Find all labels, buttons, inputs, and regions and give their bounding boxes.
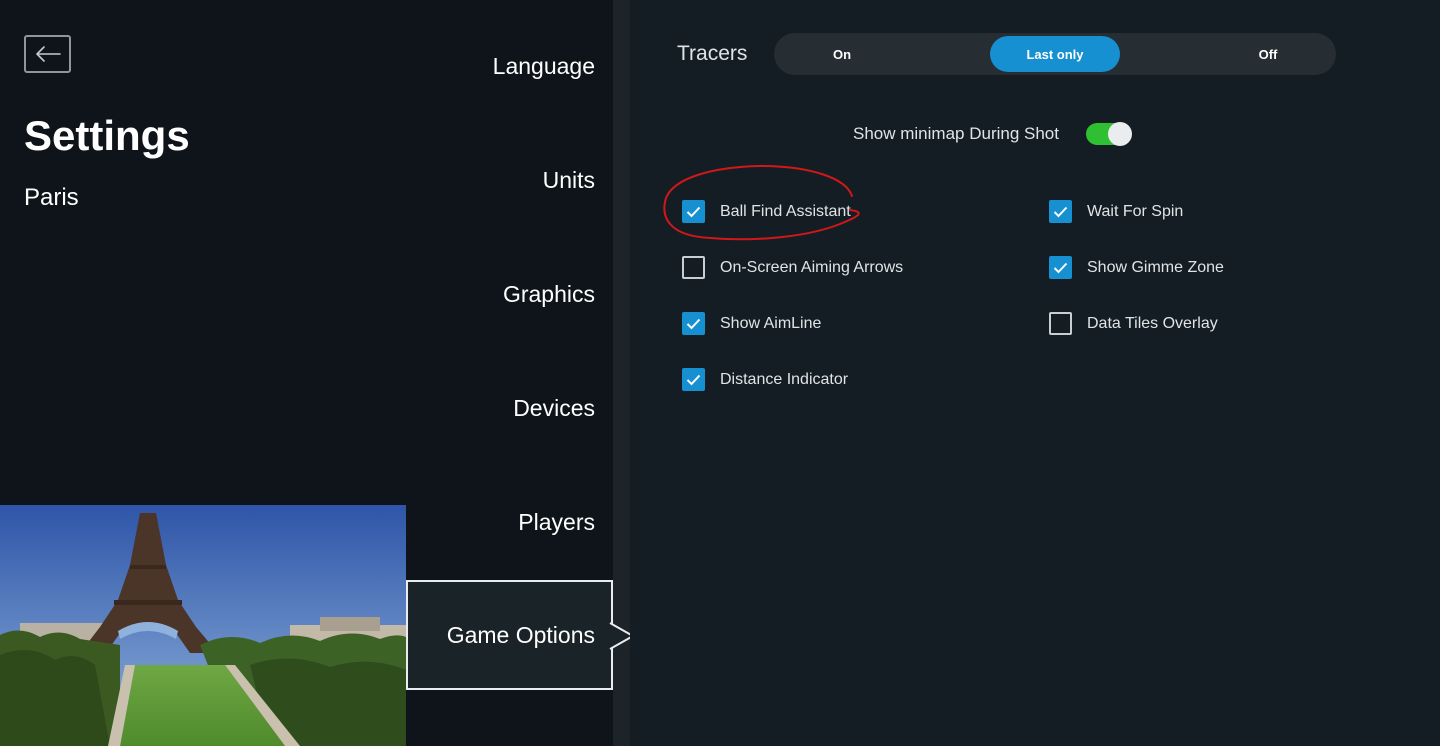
checkmark-icon [686,206,701,217]
checkbox-on-screen-aiming-arrows[interactable]: On-Screen Aiming Arrows [682,256,903,279]
tracers-segmented-control: On Last only Off [774,33,1336,75]
checkbox-label: On-Screen Aiming Arrows [720,258,904,276]
checkbox-box [1049,312,1072,335]
nav-item-devices[interactable]: Devices [513,395,595,422]
game-options-panel: Tracers On Last only Off Show minimap Du… [630,0,1440,746]
checkbox-box [682,368,705,391]
minimap-toggle[interactable] [1086,122,1132,146]
checkbox-box [682,312,705,335]
checkbox-box [1049,200,1072,223]
nav-item-graphics[interactable]: Graphics [503,281,595,308]
tracers-label: Tracers [677,42,748,65]
checkmark-icon [686,318,701,329]
checkbox-data-tiles-overlay[interactable]: Data Tiles Overlay [1049,312,1218,335]
nav-item-label: Game Options [446,621,595,648]
checkbox-box [682,200,705,223]
tracers-option-last-only[interactable]: Last only [990,36,1120,72]
checkbox-label: Data Tiles Overlay [1087,314,1218,332]
nav-item-players[interactable]: Players [518,509,595,536]
course-preview-image [0,505,406,746]
minimap-label: Show minimap During Shot [853,124,1059,143]
checkbox-distance-indicator[interactable]: Distance Indicator [682,368,848,391]
tracers-option-off[interactable]: Off [1203,36,1333,72]
toggle-knob [1108,122,1132,146]
back-button[interactable] [24,35,71,73]
checkbox-box [1049,256,1072,279]
arrow-left-icon [35,46,61,62]
checkbox-box [682,256,705,279]
checkmark-icon [686,374,701,385]
nav-item-units[interactable]: Units [543,167,595,194]
checkbox-label: Wait For Spin [1087,202,1184,220]
checkbox-wait-for-spin[interactable]: Wait For Spin [1049,200,1183,223]
nav-item-game-options[interactable]: Game Options [406,580,613,690]
checkmark-icon [1053,262,1068,273]
checkbox-label: Ball Find Assistant [720,202,851,220]
checkbox-ball-find-assistant[interactable]: Ball Find Assistant [682,200,851,223]
checkbox-label: Distance Indicator [720,370,849,388]
tracers-option-on[interactable]: On [777,36,907,72]
checkbox-label: Show AimLine [720,314,822,332]
page-title: Settings [24,112,190,159]
checkmark-icon [1053,206,1068,217]
nav-item-language[interactable]: Language [493,53,595,80]
checkbox-show-aimline[interactable]: Show AimLine [682,312,821,335]
checkbox-show-gimme-zone[interactable]: Show Gimme Zone [1049,256,1224,279]
settings-sidebar: Settings Paris Language Units Graphics D… [0,0,613,746]
checkbox-label: Show Gimme Zone [1087,258,1224,276]
course-name: Paris [24,184,79,211]
